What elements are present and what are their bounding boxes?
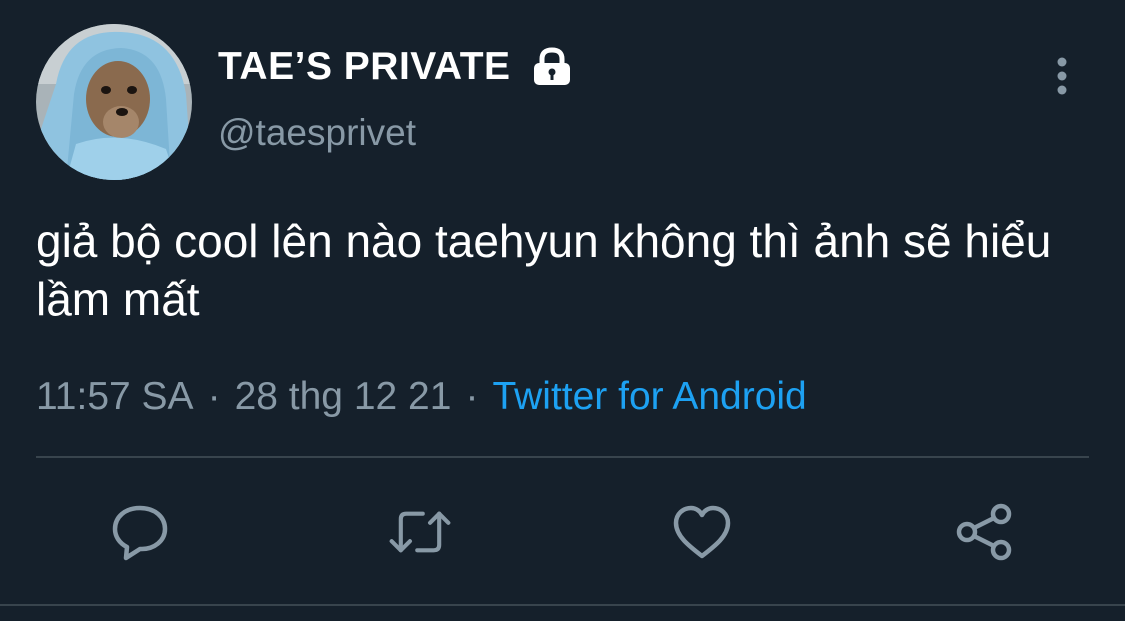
bottom-divider	[0, 604, 1125, 606]
display-name-row: TAE’S PRIVATE	[218, 44, 573, 90]
tweet-source-link[interactable]: Twitter for Android	[492, 375, 806, 419]
more-options-icon[interactable]	[1046, 54, 1078, 98]
handle[interactable]: @taesprivet	[218, 112, 416, 154]
retweet-button[interactable]	[388, 500, 452, 564]
meta-separator: ·	[207, 375, 221, 418]
tweet-card: TAE’S PRIVATE @taesprivet giả bộ cool lê…	[0, 0, 1125, 621]
action-bar	[0, 490, 1125, 570]
tweet-date[interactable]: 28 thg 12 21	[235, 375, 452, 419]
tweet-time[interactable]: 11:57 SA	[36, 375, 194, 419]
tweet-text: giả bộ cool lên nào taehyun không thì ản…	[36, 215, 1052, 325]
divider	[36, 456, 1089, 458]
avatar-image	[36, 24, 192, 180]
reply-button[interactable]	[108, 500, 172, 564]
heart-icon	[673, 505, 731, 559]
retweet-icon	[389, 511, 451, 553]
display-name[interactable]: TAE’S PRIVATE	[218, 45, 511, 89]
lock-icon	[531, 47, 573, 87]
share-button[interactable]	[952, 500, 1016, 564]
share-icon	[956, 503, 1012, 561]
tweet-meta: 11:57 SA · 28 thg 12 21 · Twitter for An…	[36, 372, 807, 422]
meta-separator: ·	[465, 375, 479, 418]
reply-icon	[112, 505, 168, 561]
like-button[interactable]	[670, 500, 734, 564]
avatar[interactable]	[36, 24, 192, 180]
